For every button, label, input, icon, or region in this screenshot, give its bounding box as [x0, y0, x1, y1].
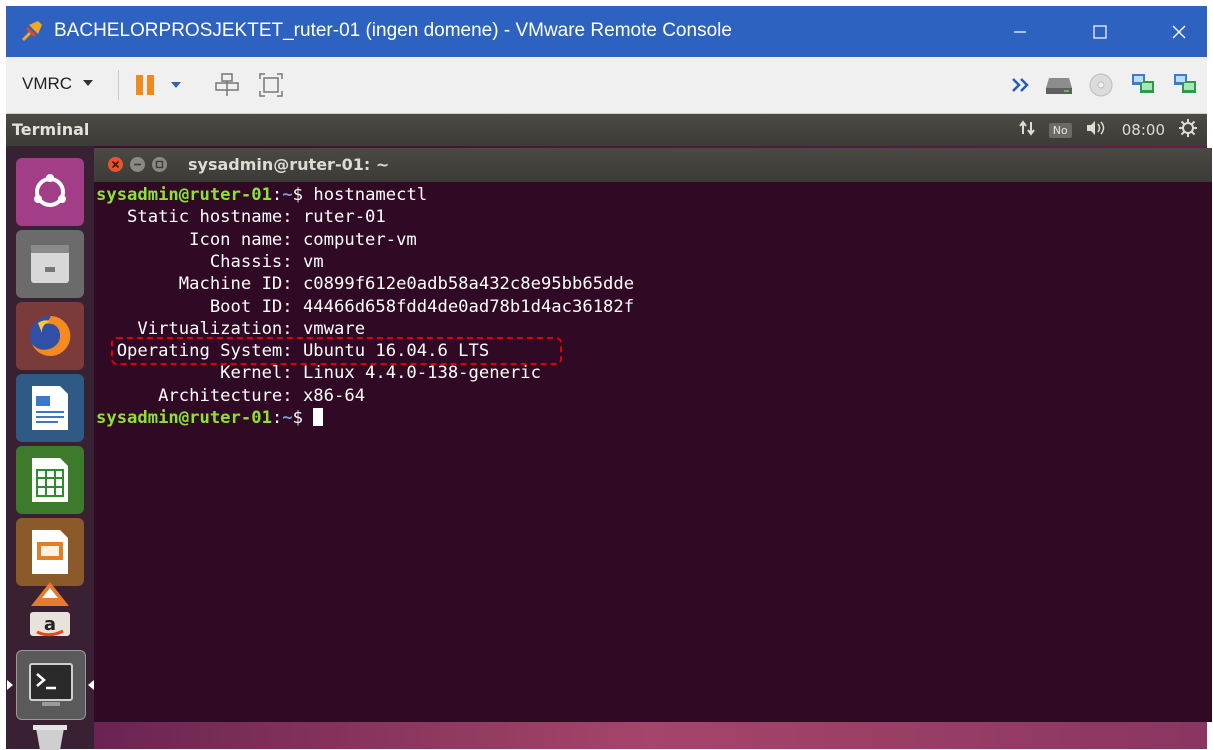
fullscreen-button[interactable]: [256, 70, 286, 100]
launcher-amazon[interactable]: a: [16, 606, 84, 640]
terminal-output[interactable]: sysadmin@ruter-01:~$ hostnamectl Static …: [94, 184, 1212, 722]
window-titlebar: BACHELORPROSJEKTET_ruter-01 (ingen domen…: [6, 6, 1207, 57]
prompt-end: $: [292, 408, 314, 428]
close-icon: [111, 160, 120, 169]
network-indicator[interactable]: [1018, 120, 1035, 140]
toolbar-divider: [118, 70, 119, 100]
calc-icon: [32, 458, 68, 502]
network-adapter-2-icon: [1174, 74, 1196, 93]
more-chevron-icon: [1012, 78, 1029, 92]
cd-rom-button[interactable]: [1086, 70, 1116, 100]
prompt-path: ~: [282, 185, 293, 205]
vmrc-pin-icon: [20, 19, 44, 43]
prompt-separator: :: [271, 185, 283, 205]
amazon-icon: a: [30, 612, 70, 637]
minimize-button[interactable]: [992, 6, 1048, 57]
vmrc-menu-button[interactable]: VMRC: [22, 74, 93, 94]
vmrc-toolbar: VMRC: [6, 57, 1207, 114]
prompt-end: $: [292, 185, 314, 205]
volume-icon: [1086, 121, 1105, 135]
power-gear-icon: [1179, 119, 1197, 137]
output-line: Kernel: Linux 4.4.0-138-generic: [96, 363, 541, 384]
prompt-path: ~: [282, 408, 293, 428]
firefox-icon: [30, 315, 71, 356]
active-app-marker-icon: [7, 680, 13, 690]
dropdown-arrow-icon: [171, 82, 181, 88]
vmrc-menu-label: VMRC: [22, 74, 73, 93]
terminal-minimize-button[interactable]: [130, 157, 145, 172]
keyboard-indicator[interactable]: No: [1048, 122, 1072, 138]
pause-icon: [136, 75, 154, 95]
ubuntu-top-panel: Terminal No 08:00: [6, 114, 1207, 146]
prompt-user-host: sysadmin@ruter-01: [96, 408, 272, 428]
output-line: Static hostname: ruter-01: [96, 207, 386, 228]
launcher-dash[interactable]: [16, 158, 84, 226]
chevron-down-icon: [82, 80, 93, 86]
output-line: Architecture: x86-64: [96, 385, 366, 406]
launcher-trash[interactable]: [16, 724, 84, 750]
hard-disk-icon: [1046, 78, 1072, 94]
active-app-title: Terminal: [12, 120, 90, 139]
ubuntu-dash-icon: [34, 174, 66, 207]
prompt-user-host: sysadmin@ruter-01: [96, 185, 272, 205]
system-menu[interactable]: [1179, 119, 1197, 141]
launcher-software-center[interactable]: [16, 576, 84, 610]
sound-indicator[interactable]: [1086, 120, 1108, 140]
highlight-box: [111, 337, 562, 365]
terminal-icon: [29, 663, 73, 706]
output-line: Machine ID: c0899f612e0adb58a432c8e95bb6…: [96, 274, 635, 295]
command-text: hostnamectl: [313, 185, 428, 205]
active-prompt-line: sysadmin@ruter-01:~$: [96, 407, 324, 429]
hard-disk-button[interactable]: [1044, 70, 1074, 100]
desktop-bottom-strip: [94, 722, 1207, 749]
command-line: sysadmin@ruter-01:~$ hostnamectl: [96, 184, 427, 206]
terminal-titlebar[interactable]: sysadmin@ruter-01: ~: [94, 148, 1212, 182]
minimize-icon: [134, 163, 141, 166]
network-adapter-icon: [1132, 74, 1154, 93]
files-icon: [31, 245, 69, 283]
network-arrows-icon: [1018, 120, 1035, 136]
impress-icon: [32, 530, 68, 574]
launcher-files[interactable]: [16, 230, 84, 298]
launcher-firefox[interactable]: [16, 302, 84, 370]
launcher-writer[interactable]: [16, 374, 84, 442]
cd-rom-icon: [1089, 73, 1113, 97]
close-icon: [1172, 25, 1186, 38]
software-center-icon: [31, 582, 69, 606]
maximize-icon: [155, 160, 164, 169]
minimize-icon: [1014, 30, 1026, 33]
maximize-button[interactable]: [1072, 6, 1128, 57]
unity-launcher: a: [6, 146, 94, 750]
writer-icon: [32, 386, 68, 430]
window-title: BACHELORPROSJEKTET_ruter-01 (ingen domen…: [54, 20, 732, 41]
svg-text:a: a: [44, 614, 56, 635]
terminal-title: sysadmin@ruter-01: ~: [188, 155, 390, 174]
trash-icon: [33, 725, 67, 750]
power-options-dropdown[interactable]: [168, 70, 184, 100]
more-devices-button[interactable]: [1006, 70, 1036, 100]
terminal-maximize-button[interactable]: [152, 157, 167, 172]
maximize-icon: [1093, 24, 1107, 39]
network-devices-icon: [215, 73, 239, 96]
output-line: Chassis: vm: [96, 251, 324, 272]
terminal-window[interactable]: sysadmin@ruter-01: ~ sysadmin@ruter-01:~…: [94, 148, 1212, 722]
clock[interactable]: 08:00: [1122, 121, 1165, 139]
output-line: Boot ID: 44466d658fdd4de0ad78b1d4ac36182…: [96, 296, 635, 317]
network-adapter-2-button[interactable]: [1170, 70, 1200, 100]
prompt-separator: :: [271, 408, 283, 428]
text-cursor: [313, 408, 324, 426]
launcher-calc[interactable]: [16, 446, 84, 514]
pause-button[interactable]: [130, 70, 160, 100]
launcher-terminal[interactable]: [16, 650, 86, 720]
close-button[interactable]: [1151, 6, 1207, 57]
network-adapter-button[interactable]: [1128, 70, 1158, 100]
fullscreen-icon: [259, 73, 283, 97]
output-line: Icon name: computer-vm: [96, 229, 417, 250]
removable-devices-button[interactable]: [212, 70, 242, 100]
terminal-close-button[interactable]: [108, 157, 123, 172]
